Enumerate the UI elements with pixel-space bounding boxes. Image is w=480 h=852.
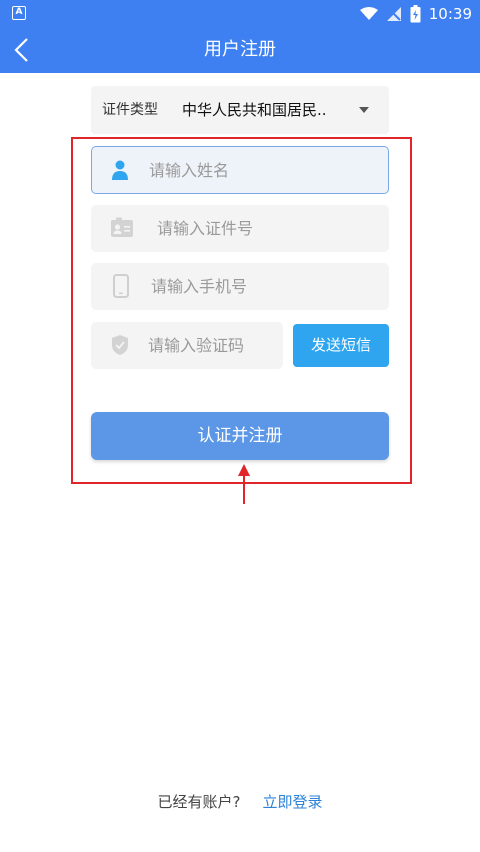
person-icon [112,160,128,180]
verification-code-input[interactable] [148,322,276,369]
verification-code-field[interactable] [91,322,283,369]
no-signal-icon [386,7,401,21]
register-screen: A 10:39 用户注册 证件类型 中华人民共和国居民.. 请输入姓名 请输入证… [0,0,480,852]
phone-input[interactable] [151,263,371,310]
status-bar-right: 10:39 [359,4,472,24]
name-field[interactable] [91,146,389,194]
phone-icon [113,274,129,298]
name-input[interactable] [149,147,369,193]
clock: 10:39 [428,5,472,23]
verify-and-register-button[interactable]: 认证并注册 [91,412,389,460]
app-header: 用户注册 [0,27,480,73]
document-type-value: 中华人民共和国居民.. [182,101,327,119]
status-bar: A 10:39 [0,0,480,27]
annotation-arrow-icon [238,464,250,504]
id-number-input[interactable] [157,205,367,252]
send-sms-button[interactable]: 发送短信 [293,324,389,367]
app-notification-icon: A [12,6,26,20]
login-prompt: 已经有账户? 立即登录 [0,791,480,815]
dropdown-arrow-icon [359,107,369,113]
id-card-icon [111,217,133,237]
phone-field[interactable] [91,263,389,310]
document-type-select[interactable]: 证件类型 中华人民共和国居民.. [91,86,389,134]
login-link[interactable]: 立即登录 [262,793,322,811]
have-account-text: 已经有账户? [157,793,241,811]
document-type-label: 证件类型 [102,102,158,118]
id-number-field[interactable] [91,205,389,252]
wifi-icon [359,7,378,20]
battery-charging-icon [410,5,421,23]
shield-icon [112,335,128,355]
page-title: 用户注册 [204,39,276,60]
